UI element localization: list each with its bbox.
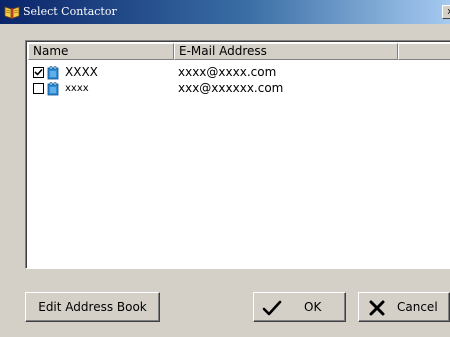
close-button[interactable]: x — [442, 5, 450, 19]
list-item[interactable]: xxxx xxx@xxxxxx.com — [28, 81, 448, 96]
checkmark-icon — [262, 299, 282, 317]
list-item[interactable]: XXXX xxxx@xxxx.com — [28, 65, 448, 80]
edit-address-book-button[interactable]: Edit Address Book — [25, 292, 160, 322]
checkmark-icon — [34, 68, 43, 76]
ok-button[interactable]: OK — [253, 292, 346, 322]
x-icon — [367, 299, 387, 317]
column-header-name[interactable]: Name — [28, 43, 174, 60]
contact-checkbox[interactable] — [33, 67, 44, 78]
window-title: Select Contactor — [23, 5, 117, 18]
address-book-icon — [4, 4, 20, 20]
ok-label: OK — [304, 300, 322, 314]
contact-name: XXXX — [65, 65, 98, 79]
contact-list[interactable]: Name E-Mail Address XXXX xxxx@xxxx.com x… — [25, 40, 450, 269]
contact-card-icon — [46, 65, 60, 80]
title-bar[interactable]: Select Contactor x — [0, 0, 450, 24]
column-header-extra[interactable] — [398, 43, 450, 60]
column-header-email[interactable]: E-Mail Address — [174, 43, 398, 60]
contact-email: xxx@xxxxxx.com — [178, 81, 284, 95]
cancel-button[interactable]: Cancel — [358, 292, 450, 322]
cancel-label: Cancel — [397, 300, 438, 314]
contact-email: xxxx@xxxx.com — [178, 65, 277, 79]
list-header: Name E-Mail Address — [28, 43, 450, 60]
select-contactor-dialog: Select Contactor x Name E-Mail Address X… — [0, 0, 450, 337]
contact-name: xxxx — [65, 83, 89, 94]
contact-card-icon — [46, 81, 60, 96]
contact-checkbox[interactable] — [33, 83, 44, 94]
